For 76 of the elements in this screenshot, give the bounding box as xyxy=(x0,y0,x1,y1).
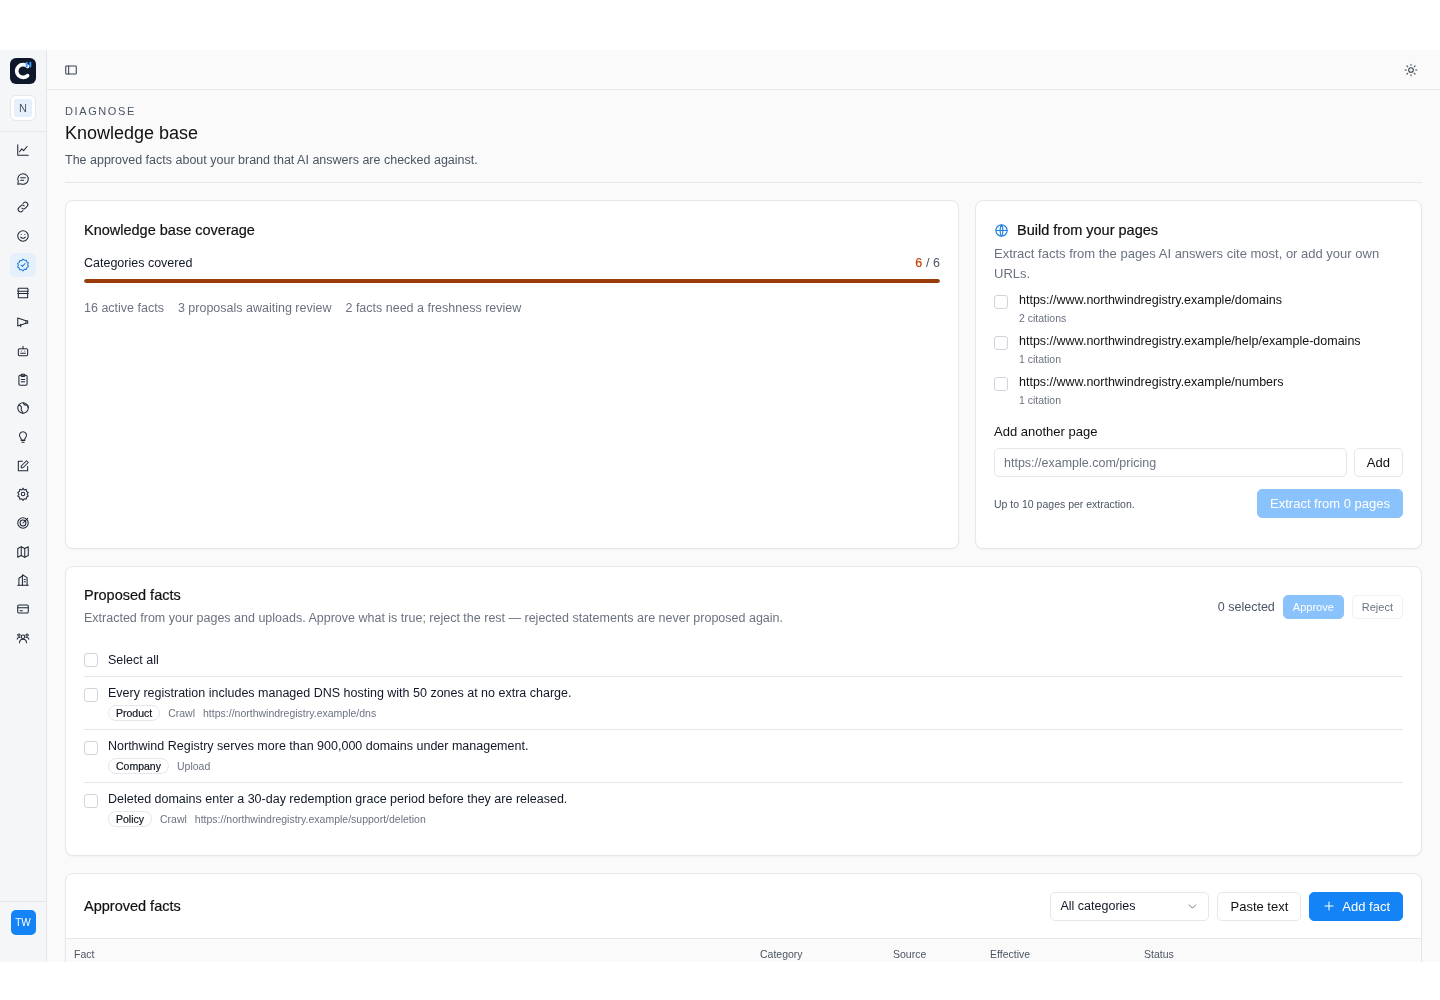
users-icon xyxy=(16,630,30,645)
target-icon xyxy=(16,515,30,530)
store-icon xyxy=(16,286,30,301)
map-icon xyxy=(16,544,30,559)
card-icon xyxy=(16,602,30,616)
select-all-label: Select all xyxy=(108,652,159,667)
covered-count: 6 xyxy=(915,256,923,270)
field-label: Add another page xyxy=(994,424,1099,439)
reject-button[interactable]: Reject xyxy=(1351,595,1403,619)
source-text: Crawl xyxy=(160,812,187,825)
column-header: Category xyxy=(760,947,804,960)
page-title: Knowledge base xyxy=(65,123,200,144)
card-title: Knowledge base coverage xyxy=(84,222,256,238)
citation-count: 2 citations xyxy=(1019,312,1068,324)
helper-text: Up to 10 pages per extraction. xyxy=(994,497,1135,510)
buildings-icon xyxy=(16,573,30,588)
card-title: Build from your pages xyxy=(1017,222,1159,238)
add-fact-button[interactable]: Add fact xyxy=(1309,891,1403,921)
page-url: https://www.northwindregistry.example/domains xyxy=(1019,293,1283,307)
column-header: Source xyxy=(893,947,928,960)
url-field[interactable]: https://example.com/pricing xyxy=(994,448,1347,477)
checkbox[interactable] xyxy=(994,377,1008,391)
column-header: Status xyxy=(1144,947,1174,960)
link-icon xyxy=(16,200,30,215)
total-count: / 6 xyxy=(926,256,940,270)
citation-count: 1 citation xyxy=(1019,394,1063,406)
source-url: https://northwindregistry.example/dns xyxy=(203,706,377,719)
globe-icon xyxy=(16,401,30,416)
chat-icon xyxy=(16,171,30,186)
edit-icon xyxy=(16,458,30,473)
add-button[interactable]: Add xyxy=(1353,448,1403,477)
workspace-avatar[interactable]: N xyxy=(10,95,36,121)
stat-text: 3 proposals awaiting review xyxy=(177,301,332,315)
card-description: Extract facts from the pages AI answers cite most, or add your own URLs. xyxy=(994,245,1381,283)
page-description: The approved facts about your brand that AI answers are checked against. xyxy=(65,153,479,167)
stat-text: 2 facts need a freshness review xyxy=(345,301,522,315)
progress-label: Categories covered xyxy=(84,256,193,270)
gear-icon xyxy=(16,487,30,502)
category-dropdown[interactable]: All categories xyxy=(1050,891,1210,921)
globe-icon xyxy=(994,222,1009,238)
checkbox[interactable] xyxy=(994,295,1008,309)
source-text: Crawl xyxy=(168,706,196,719)
citation-count: 1 citation xyxy=(1019,353,1063,365)
card-title: Proposed facts xyxy=(84,587,182,603)
fact-text: Deleted domains enter a 30-day redemption grace period before they are released. xyxy=(108,791,568,806)
chart-icon xyxy=(16,143,30,157)
card-title: Approved facts xyxy=(84,898,181,915)
source-text: Upload xyxy=(176,759,211,772)
badge-check-icon xyxy=(16,257,30,272)
column-header: Effective xyxy=(990,947,1032,960)
column-header: Fact xyxy=(74,947,96,960)
fact-text: Every registration includes managed DNS hosting with 50 zones at no extra charge. xyxy=(108,685,572,700)
section-label: DIAGNOSE xyxy=(65,105,137,117)
fact-text: Northwind Registry serves more than 900,000 domains under management. xyxy=(108,738,529,753)
checkbox[interactable] xyxy=(84,740,98,755)
selection-count: 0 selected xyxy=(1217,600,1275,614)
clipboard-icon xyxy=(16,372,30,387)
smile-icon xyxy=(16,229,30,244)
stat-text: 16 active facts xyxy=(84,301,164,315)
user-avatar[interactable]: TW xyxy=(10,910,36,935)
robot-icon xyxy=(16,343,30,358)
paste-text-button[interactable]: Paste text xyxy=(1217,891,1302,921)
source-url: https://northwindregistry.example/support/deletion xyxy=(194,812,426,825)
plus-icon xyxy=(1322,899,1337,914)
checkbox[interactable] xyxy=(994,336,1008,350)
megaphone-icon xyxy=(16,315,30,330)
checkbox[interactable] xyxy=(84,687,98,702)
sidebar-toggle-icon[interactable] xyxy=(64,62,78,77)
lightbulb-icon xyxy=(16,429,30,444)
page-url: https://www.northwindregistry.example/numbers xyxy=(1019,375,1284,389)
checkbox[interactable] xyxy=(84,652,98,667)
checkbox[interactable] xyxy=(84,793,98,808)
app-logo[interactable] xyxy=(10,58,36,84)
page-url: https://www.northwindregistry.example/help/example-domains xyxy=(1019,334,1361,348)
card-description: Extracted from your pages and uploads. Approve what is true; reject the rest — rejected statements are never proposed again. xyxy=(84,610,783,627)
theme-toggle-icon[interactable] xyxy=(1404,62,1418,77)
